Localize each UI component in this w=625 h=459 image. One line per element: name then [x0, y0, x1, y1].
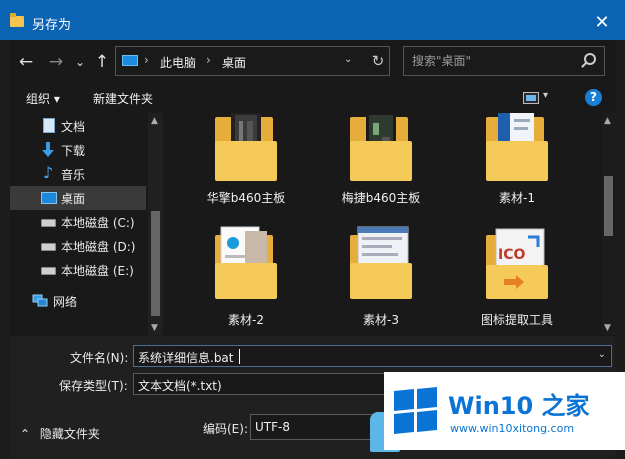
file-name: 梅捷b460主板 — [341, 191, 421, 205]
drive-icon — [41, 219, 56, 227]
view-options-icon[interactable] — [523, 92, 539, 104]
folder-icon — [215, 226, 277, 299]
window-title: 另存为 — [32, 18, 72, 33]
title-bar: 另存为 ✕ — [0, 0, 625, 40]
document-icon — [43, 118, 55, 133]
filetype-value: 文本文档(*.txt) — [138, 379, 222, 393]
sidebar-scrollbar[interactable]: ▲ ▼ — [148, 113, 163, 335]
sidebar-item-label: 网络 — [53, 295, 78, 309]
folder-icon — [215, 113, 277, 181]
folder-item[interactable]: 素材-1 — [452, 113, 582, 221]
breadcrumb-this-pc[interactable]: 此电脑 — [160, 54, 196, 71]
up-button[interactable]: ↑ — [90, 50, 114, 74]
encoding-value: UTF-8 — [255, 420, 290, 434]
watermark-brand: Win10 之家 — [448, 392, 590, 420]
sidebar-item-label: 本地磁盘 (C:) — [61, 216, 135, 230]
breadcrumb-desktop[interactable]: 桌面 — [222, 54, 246, 71]
file-name: 素材-2 — [228, 313, 264, 327]
view-options-dropdown[interactable]: ▾ — [543, 90, 548, 101]
folder-item[interactable]: 素材-3 — [316, 225, 446, 335]
chevron-up-icon: ⌃ — [20, 427, 31, 441]
filetype-label: 保存类型(T): — [59, 379, 128, 393]
search-input[interactable] — [412, 52, 572, 70]
windows-logo-icon — [394, 386, 438, 435]
folder-icon — [350, 226, 412, 299]
watermark-url: www.win10xitong.com — [450, 422, 575, 435]
sidebar-item-label: 下载 — [61, 144, 86, 158]
sidebar-item-label: 文档 — [61, 120, 86, 134]
new-folder-button[interactable]: 新建文件夹 — [93, 90, 153, 107]
sidebar-item-documents[interactable]: 文档 — [10, 114, 146, 138]
filename-field[interactable]: 系统详细信息.bat ⌄ — [133, 345, 612, 367]
hide-folders-toggle[interactable]: ⌃ 隐藏文件夹 — [20, 425, 100, 442]
folder-item[interactable]: 素材-2 — [181, 225, 311, 335]
scroll-up-icon[interactable]: ▲ — [151, 116, 158, 126]
sidebar-item-label: 桌面 — [61, 192, 86, 206]
scroll-up-icon[interactable]: ▲ — [604, 116, 611, 126]
sidebar-item-network[interactable]: 网络 — [10, 289, 146, 313]
filename-value: 系统详细信息.bat — [138, 351, 234, 365]
folder-item[interactable]: 华擎b460主板 — [181, 113, 311, 221]
file-name: 华擎b460主板 — [206, 191, 286, 205]
sidebar-item-label: 本地磁盘 (D:) — [61, 240, 136, 254]
breadcrumb-separator: › — [206, 53, 211, 67]
download-icon — [42, 142, 54, 157]
sidebar-item-drive-e[interactable]: 本地磁盘 (E:) — [10, 258, 146, 282]
scroll-down-icon[interactable]: ▼ — [604, 323, 611, 333]
sidebar-item-downloads[interactable]: 下载 — [10, 138, 146, 162]
scrollbar-thumb[interactable] — [604, 176, 613, 236]
organize-menu[interactable]: 组织 ▾ — [26, 90, 60, 107]
encoding-label: 编码(E): — [203, 422, 248, 436]
breadcrumb-separator: › — [144, 53, 149, 67]
drive-icon — [41, 243, 56, 251]
hide-folders-label: 隐藏文件夹 — [39, 427, 100, 441]
scrollbar-thumb[interactable] — [151, 211, 160, 316]
drive-icon — [41, 267, 56, 275]
sidebar-item-label: 本地磁盘 (E:) — [61, 264, 134, 278]
address-dropdown-button[interactable]: ⌄ — [344, 54, 358, 65]
music-icon: ♪ — [43, 163, 54, 182]
navigation-pane: 文档 下载 ♪ 音乐 桌面 本地磁盘 (C:) 本地磁盘 (D:) 本地磁盘 (… — [10, 113, 163, 335]
folder-item[interactable]: 梅捷b460主板 — [316, 113, 446, 221]
chevron-down-icon[interactable]: ⌄ — [598, 349, 606, 360]
sidebar-item-desktop[interactable]: 桌面 — [10, 186, 146, 210]
folder-icon: ICO — [486, 228, 548, 299]
address-bar[interactable]: › 此电脑 › 桌面 ⌄ ↻ — [115, 46, 390, 76]
network-icon — [32, 294, 48, 307]
search-icon — [584, 53, 596, 65]
file-name: 图标提取工具 — [480, 313, 553, 327]
close-button[interactable]: ✕ — [579, 8, 625, 38]
file-name: 素材-3 — [363, 313, 399, 327]
help-button[interactable]: ? — [585, 89, 602, 106]
back-button[interactable]: ← — [14, 50, 38, 74]
scroll-down-icon[interactable]: ▼ — [151, 323, 158, 333]
sidebar-item-drive-c[interactable]: 本地磁盘 (C:) — [10, 210, 146, 234]
sidebar-item-label: 音乐 — [61, 168, 86, 182]
forward-button[interactable]: → — [44, 50, 68, 74]
sidebar-item-music[interactable]: ♪ 音乐 — [10, 162, 146, 186]
folder-icon — [486, 113, 548, 181]
recent-locations-button[interactable]: ⌄ — [68, 50, 92, 74]
svg-text:ICO: ICO — [498, 247, 525, 263]
file-list-scrollbar[interactable]: ▲ ▼ — [602, 113, 615, 335]
computer-icon — [122, 55, 138, 66]
sidebar-item-drive-d[interactable]: 本地磁盘 (D:) — [10, 234, 146, 258]
filename-label: 文件名(N): — [70, 351, 129, 365]
text-caret — [239, 349, 240, 364]
file-list: 华擎b460主板 梅捷b460主板 素材-1 素材-2 素材-3 ICO 图标提… — [166, 113, 602, 335]
watermark: Win10 之家 www.win10xitong.com — [384, 372, 625, 450]
encoding-select[interactable]: UTF-8 — [250, 414, 390, 440]
file-name: 素材-1 — [499, 191, 535, 205]
folder-item[interactable]: ICO 图标提取工具 — [452, 225, 582, 335]
folder-icon — [350, 113, 412, 181]
search-box[interactable] — [403, 46, 605, 76]
refresh-button[interactable]: ↻ — [368, 51, 388, 71]
folder-icon — [10, 13, 24, 27]
desktop-icon — [41, 192, 57, 204]
